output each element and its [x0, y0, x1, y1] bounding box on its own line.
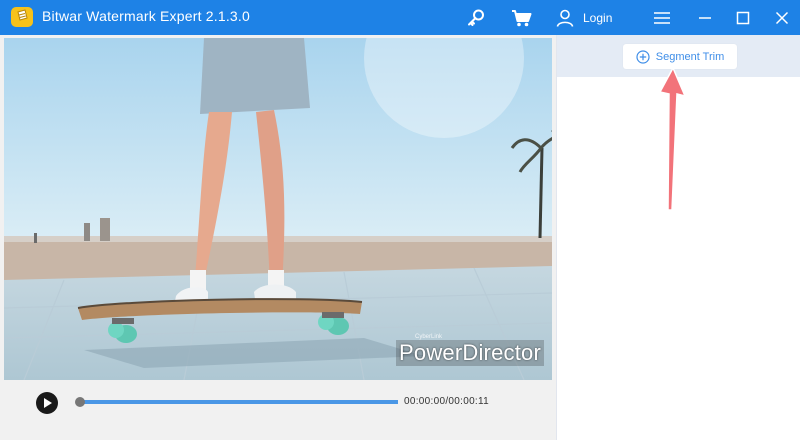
- powerdirector-watermark: PowerDirector: [396, 340, 544, 366]
- key-icon[interactable]: [464, 6, 488, 30]
- user-icon: [556, 9, 574, 27]
- add-circle-icon: [636, 49, 650, 64]
- login-button[interactable]: Login: [555, 5, 612, 31]
- close-icon[interactable]: [770, 6, 794, 30]
- annotation-arrow-icon: [658, 66, 687, 211]
- progress-slider[interactable]: [75, 397, 398, 407]
- time-readout: 00:00:00/00:00:11: [404, 396, 489, 407]
- progress-fill: [78, 400, 398, 404]
- app-logo-icon: [10, 6, 34, 28]
- title-bar: Bitwar Watermark Expert 2.1.3.0 Login: [0, 0, 800, 35]
- progress-handle[interactable]: [75, 397, 85, 407]
- video-preview[interactable]: CyberLink PowerDirector: [4, 38, 552, 380]
- segment-trim-label: Segment Trim: [655, 50, 725, 63]
- menu-icon[interactable]: [650, 6, 674, 30]
- play-button[interactable]: [36, 392, 58, 414]
- minimize-icon[interactable]: [693, 6, 717, 30]
- app-window: Bitwar Watermark Expert 2.1.3.0 Login Cy…: [0, 0, 800, 440]
- maximize-icon[interactable]: [731, 6, 755, 30]
- login-label: Login: [583, 11, 613, 25]
- video-frame-image: [4, 38, 552, 380]
- cart-icon[interactable]: [510, 6, 534, 30]
- app-title: Bitwar Watermark Expert 2.1.3.0: [42, 8, 250, 24]
